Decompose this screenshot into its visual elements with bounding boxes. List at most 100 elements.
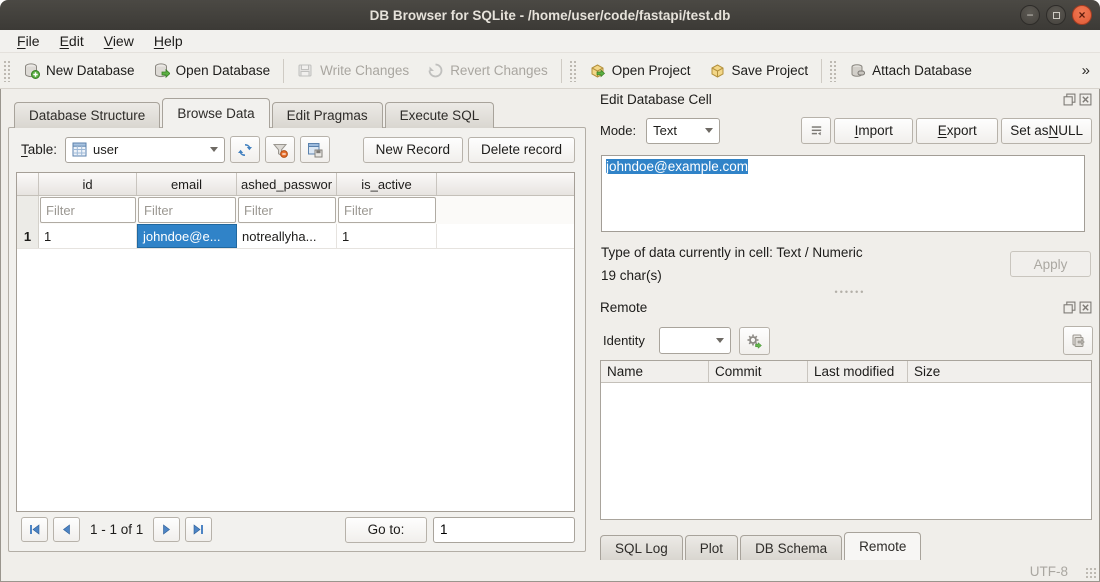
word-wrap-icon bbox=[809, 123, 824, 138]
filter-row-header bbox=[17, 196, 39, 224]
filter-input-email[interactable] bbox=[138, 197, 236, 223]
row-header[interactable]: 1 bbox=[17, 224, 39, 248]
mode-select[interactable]: Text bbox=[646, 118, 720, 144]
toolbar-overflow-button[interactable]: » bbox=[1072, 62, 1100, 79]
import-button[interactable]: Import bbox=[834, 118, 913, 144]
column-header-email[interactable]: email bbox=[137, 173, 237, 195]
new-database-icon bbox=[23, 62, 40, 79]
refresh-button[interactable] bbox=[230, 136, 260, 163]
tab-remote[interactable]: Remote bbox=[844, 532, 921, 560]
clone-database-button[interactable] bbox=[1063, 326, 1093, 355]
close-dock-icon[interactable] bbox=[1079, 93, 1092, 106]
column-header-is-active[interactable]: is_active bbox=[337, 173, 437, 195]
open-database-button[interactable]: Open Database bbox=[144, 57, 280, 84]
main-tab-bar: Database Structure Browse Data Edit Prag… bbox=[14, 99, 496, 128]
goto-record-input[interactable] bbox=[433, 517, 575, 543]
identity-select[interactable] bbox=[659, 327, 731, 354]
table-row: 1 1 johndoe@e... notreallyha... 1 bbox=[17, 224, 574, 249]
new-record-button[interactable]: New Record bbox=[363, 137, 463, 163]
cell-is-active[interactable]: 1 bbox=[337, 224, 437, 248]
tab-database-structure[interactable]: Database Structure bbox=[14, 102, 160, 128]
toolbar-drag-handle[interactable] bbox=[829, 60, 836, 82]
browse-data-panel: Table: user New Record Delete record bbox=[8, 127, 586, 552]
tab-plot[interactable]: Plot bbox=[685, 535, 738, 560]
filter-input-id[interactable] bbox=[40, 197, 136, 223]
tab-sql-log[interactable]: SQL Log bbox=[600, 535, 683, 560]
identity-row: Identity bbox=[603, 326, 1093, 355]
revert-changes-button[interactable]: Revert Changes bbox=[418, 57, 557, 84]
column-header-id[interactable]: id bbox=[39, 173, 137, 195]
export-button[interactable]: Export bbox=[916, 118, 998, 144]
table-label: Table: bbox=[21, 142, 57, 157]
toolbar-drag-handle[interactable] bbox=[569, 60, 576, 82]
goto-button[interactable]: Go to: bbox=[345, 517, 427, 543]
remote-column-size[interactable]: Size bbox=[908, 361, 1091, 382]
menu-view[interactable]: View bbox=[95, 31, 143, 51]
remote-column-commit[interactable]: Commit bbox=[709, 361, 808, 382]
maximize-icon bbox=[1053, 12, 1060, 19]
tab-db-schema[interactable]: DB Schema bbox=[740, 535, 842, 560]
save-results-button[interactable] bbox=[300, 136, 330, 163]
column-header-hashed-password[interactable]: ashed_passwor bbox=[237, 173, 337, 195]
apply-button[interactable]: Apply bbox=[1010, 251, 1091, 277]
remote-column-last-modified[interactable]: Last modified bbox=[808, 361, 908, 382]
menu-help[interactable]: Help bbox=[145, 31, 192, 51]
last-record-button[interactable] bbox=[185, 517, 212, 542]
new-database-button[interactable]: New Database bbox=[14, 57, 144, 84]
cell-hashed-password[interactable]: notreallyha... bbox=[237, 224, 337, 248]
table-select-value: user bbox=[93, 142, 118, 157]
cell-id[interactable]: 1 bbox=[39, 224, 137, 248]
float-dock-icon[interactable] bbox=[1063, 301, 1076, 314]
remote-column-name[interactable]: Name bbox=[601, 361, 709, 382]
table-icon bbox=[72, 142, 87, 157]
set-as-null-button[interactable]: Set as NULL bbox=[1001, 118, 1092, 144]
identity-settings-button[interactable] bbox=[739, 327, 770, 355]
menu-edit[interactable]: Edit bbox=[51, 31, 93, 51]
resize-grip[interactable] bbox=[1085, 567, 1097, 579]
close-button[interactable]: × bbox=[1072, 5, 1092, 25]
table-select[interactable]: user bbox=[65, 137, 225, 163]
remote-file-table: Name Commit Last modified Size bbox=[600, 360, 1092, 520]
previous-record-button[interactable] bbox=[53, 517, 80, 542]
toolbar-drag-handle[interactable] bbox=[3, 60, 10, 82]
word-wrap-button[interactable] bbox=[801, 117, 831, 144]
filter-input-is-active[interactable] bbox=[338, 197, 436, 223]
record-position-label: 1 - 1 of 1 bbox=[90, 522, 143, 537]
chevron-down-icon bbox=[210, 147, 218, 152]
close-dock-icon[interactable] bbox=[1079, 301, 1092, 314]
gear-icon bbox=[746, 333, 762, 349]
write-changes-button[interactable]: Write Changes bbox=[288, 57, 418, 84]
maximize-button[interactable] bbox=[1046, 5, 1066, 25]
grid-header-row: id email ashed_passwor is_active bbox=[17, 173, 574, 196]
dock-splitter-handle[interactable]: •••••• bbox=[820, 287, 880, 297]
minimize-button[interactable]: − bbox=[1020, 5, 1040, 25]
tab-edit-pragmas[interactable]: Edit Pragmas bbox=[272, 102, 383, 128]
edit-cell-title: Edit Database Cell bbox=[600, 92, 712, 107]
cell-email-selected[interactable]: johndoe@e... bbox=[137, 224, 237, 248]
record-navigation-bar: 1 - 1 of 1 Go to: bbox=[21, 516, 575, 543]
filter-input-hashed-password[interactable] bbox=[238, 197, 336, 223]
cell-value-editor[interactable]: johndoe@example.com bbox=[601, 155, 1085, 232]
tab-execute-sql[interactable]: Execute SQL bbox=[385, 102, 495, 128]
attach-database-button[interactable]: Attach Database bbox=[840, 57, 981, 84]
next-record-button[interactable] bbox=[153, 517, 180, 542]
close-icon: × bbox=[1078, 9, 1085, 21]
first-record-icon bbox=[28, 523, 41, 536]
float-dock-icon[interactable] bbox=[1063, 93, 1076, 106]
open-project-icon bbox=[589, 62, 606, 79]
first-record-button[interactable] bbox=[21, 517, 48, 542]
edit-cell-dock-header: Edit Database Cell bbox=[600, 92, 1092, 107]
cell-type-info: Type of data currently in cell: Text / N… bbox=[601, 245, 863, 260]
clear-filters-button[interactable] bbox=[265, 136, 295, 163]
delete-record-button[interactable]: Delete record bbox=[468, 137, 575, 163]
tab-browse-data[interactable]: Browse Data bbox=[162, 98, 269, 128]
grid-header-filler bbox=[437, 173, 574, 195]
save-project-button[interactable]: Save Project bbox=[700, 57, 818, 84]
identity-label: Identity bbox=[603, 333, 645, 348]
table-controls-row: Table: user New Record Delete record bbox=[21, 136, 575, 163]
title-bar[interactable]: DB Browser for SQLite - /home/user/code/… bbox=[0, 0, 1100, 30]
grid-corner-cell[interactable] bbox=[17, 173, 39, 195]
save-project-icon bbox=[709, 62, 726, 79]
open-project-button[interactable]: Open Project bbox=[580, 57, 700, 84]
menu-file[interactable]: File bbox=[8, 31, 49, 51]
